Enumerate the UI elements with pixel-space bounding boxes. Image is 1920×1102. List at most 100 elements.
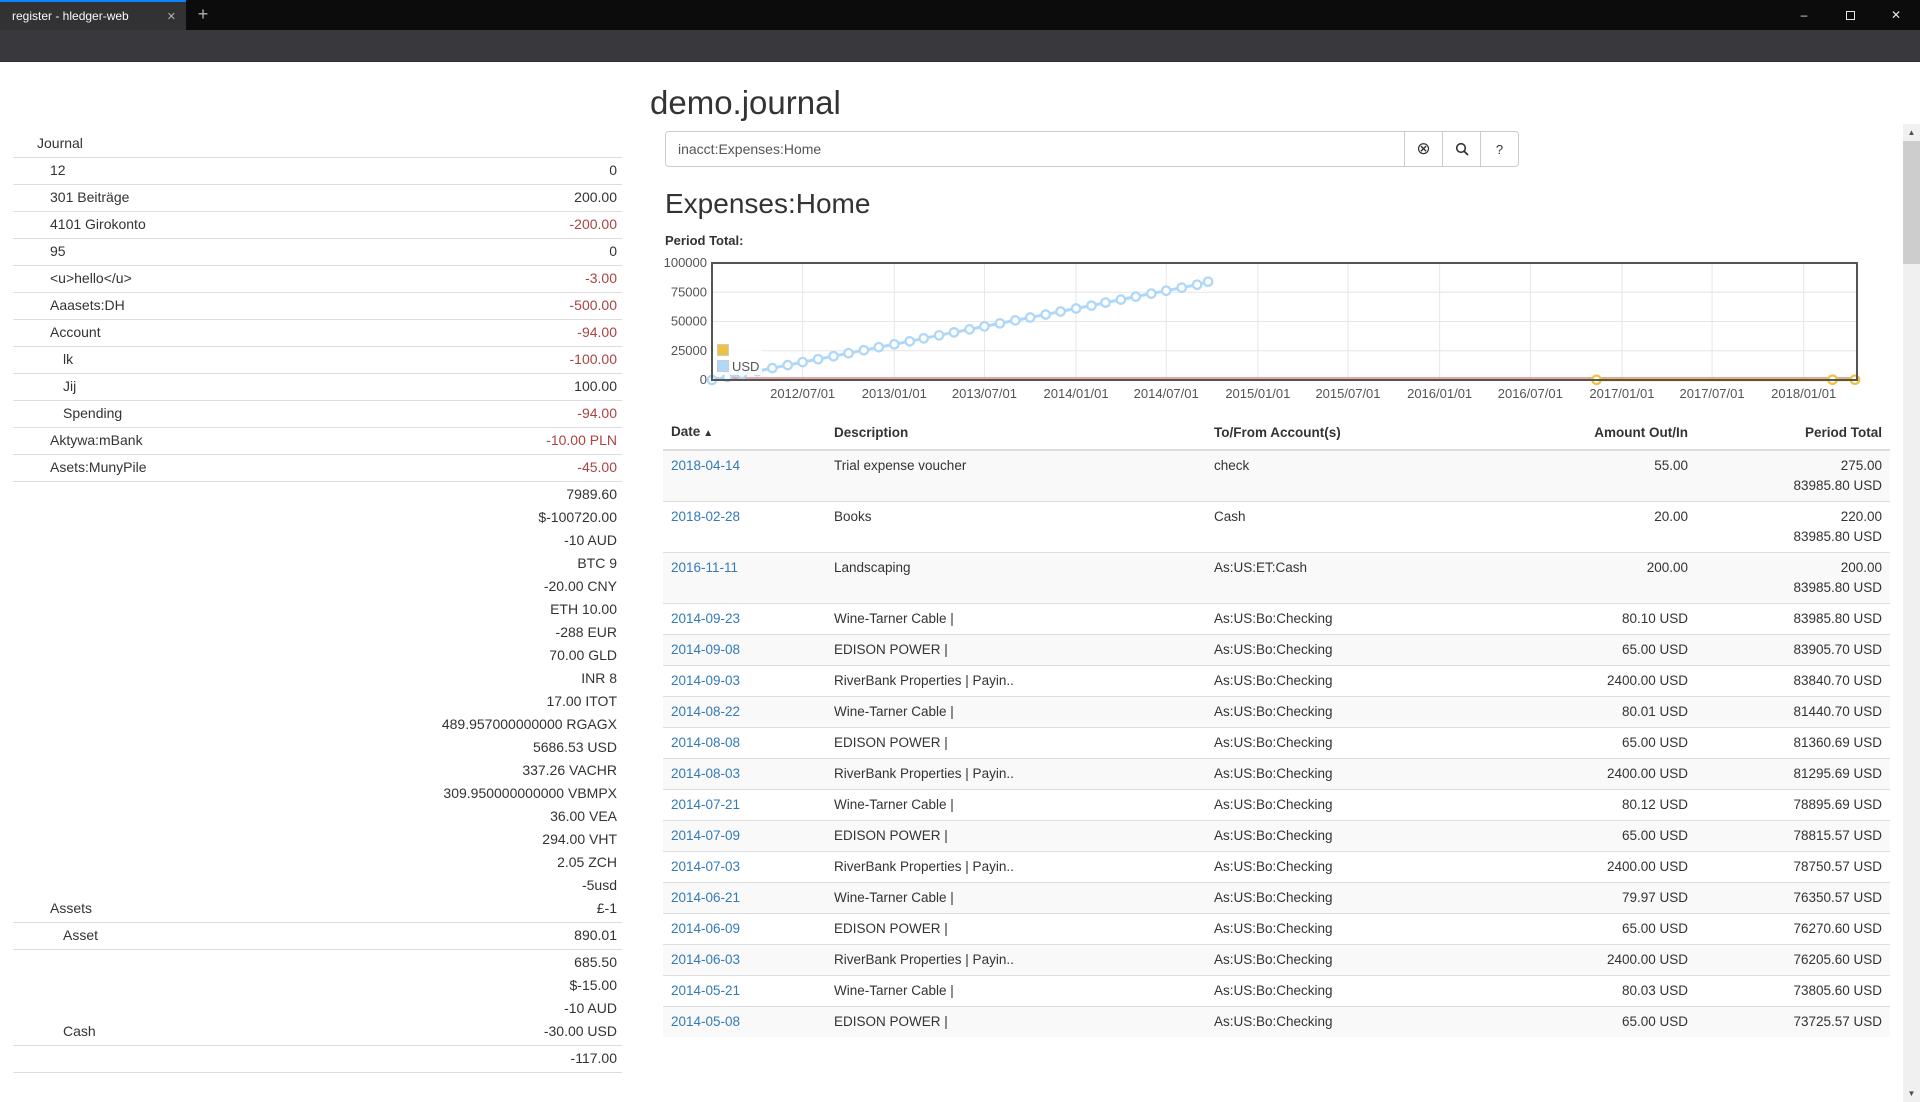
period-total-cell: 275.0083985.80 USD: [1696, 450, 1890, 502]
period-total-cell: 81360.69 USD: [1696, 728, 1890, 759]
account-link[interactable]: 12: [13, 159, 66, 182]
amount-cell: 79.97 USD: [1536, 883, 1696, 914]
period-total-cell: 73725.57 USD: [1696, 1007, 1890, 1038]
scrollbar-thumb[interactable]: [1903, 141, 1920, 264]
period-total-cell: 81295.69 USD: [1696, 759, 1890, 790]
svg-text:2013/07/01: 2013/07/01: [952, 386, 1017, 401]
account-link[interactable]: Account: [13, 321, 101, 344]
account-link[interactable]: Jij: [13, 375, 76, 398]
transaction-date-link[interactable]: 2014-06-21: [671, 890, 740, 905]
transaction-date-link[interactable]: 2014-06-09: [671, 921, 740, 936]
account-link[interactable]: Spending: [13, 402, 122, 425]
description-cell: Trial expense voucher: [826, 450, 1206, 502]
sidebar-account-row: Aktywa:mBank-10.00 PLN: [13, 428, 622, 455]
browser-tab[interactable]: register - hledger-web ✕: [0, 0, 186, 30]
transaction-date-link[interactable]: 2014-06-03: [671, 952, 740, 967]
tab-close-icon[interactable]: ✕: [157, 10, 186, 23]
svg-text:2015/01/01: 2015/01/01: [1225, 386, 1290, 401]
account-link[interactable]: Asset: [13, 924, 98, 947]
window-close-button[interactable]: ✕: [1873, 0, 1919, 30]
period-total-cell: 83905.70 USD: [1696, 635, 1890, 666]
transaction-row: 2016-11-11LandscapingAs:US:ET:Cash200.00…: [663, 553, 1890, 604]
transaction-date-link[interactable]: 2018-04-14: [671, 458, 740, 473]
account-link[interactable]: Aktywa:mBank: [13, 429, 143, 452]
new-tab-button[interactable]: +: [188, 0, 218, 30]
page-scrollbar[interactable]: ▲ ▼: [1903, 124, 1920, 1102]
transaction-date-link[interactable]: 2018-02-28: [671, 509, 740, 524]
transaction-row: 2014-06-09EDISON POWER |As:US:Bo:Checkin…: [663, 914, 1890, 945]
account-cell: As:US:ET:Cash: [1206, 553, 1536, 604]
account-balance: 0: [66, 159, 622, 182]
transaction-date-link[interactable]: 2014-07-21: [671, 797, 740, 812]
sidebar-account-row: 950: [13, 239, 622, 266]
transaction-row: 2018-04-14Trial expense vouchercheck55.0…: [663, 450, 1890, 502]
amount-cell: 65.00 USD: [1536, 914, 1696, 945]
svg-text:0: 0: [700, 372, 707, 387]
amount-cell: 2400.00 USD: [1536, 945, 1696, 976]
scroll-up-icon[interactable]: ▲: [1903, 124, 1920, 141]
transaction-date-link[interactable]: 2014-09-23: [671, 611, 740, 626]
account-cell: As:US:Bo:Checking: [1206, 697, 1536, 728]
search-help-button[interactable]: ?: [1481, 131, 1519, 167]
account-link[interactable]: Aaasets:DH: [13, 294, 125, 317]
transaction-row: 2014-08-08EDISON POWER |As:US:Bo:Checkin…: [663, 728, 1890, 759]
account-cell: As:US:Bo:Checking: [1206, 728, 1536, 759]
svg-text:2017/01/01: 2017/01/01: [1589, 386, 1654, 401]
account-balance: 685.50$-15.00-10 AUD-30.00 USD: [96, 951, 622, 1043]
transaction-date-link[interactable]: 2014-05-21: [671, 983, 740, 998]
transaction-date-link[interactable]: 2014-08-03: [671, 766, 740, 781]
clear-query-button[interactable]: ⊗: [1405, 131, 1443, 167]
transaction-date-link[interactable]: 2014-08-22: [671, 704, 740, 719]
window-maximize-button[interactable]: [1827, 0, 1873, 30]
submit-search-button[interactable]: [1443, 131, 1481, 167]
account-balance: 0: [66, 240, 622, 263]
account-link[interactable]: 301 Beiträge: [13, 186, 129, 209]
amount-cell: 80.12 USD: [1536, 790, 1696, 821]
account-cell: As:US:Bo:Checking: [1206, 821, 1536, 852]
transaction-date-link[interactable]: 2014-09-08: [671, 642, 740, 657]
transaction-date-link[interactable]: 2014-05-08: [671, 1014, 740, 1029]
transaction-row: 2014-05-08EDISON POWER |As:US:Bo:Checkin…: [663, 1007, 1890, 1038]
chart-title: Period Total:: [665, 233, 743, 248]
svg-text:75000: 75000: [671, 284, 707, 299]
description-cell: Books: [826, 502, 1206, 553]
header-amount: Amount Out/In: [1536, 417, 1696, 450]
svg-text:2018/01/01: 2018/01/01: [1771, 386, 1836, 401]
svg-text:2014/07/01: 2014/07/01: [1134, 386, 1199, 401]
transaction-row: 2014-09-03RiverBank Properties | Payin..…: [663, 666, 1890, 697]
transaction-date-link[interactable]: 2014-07-03: [671, 859, 740, 874]
header-date[interactable]: Date▲: [663, 417, 826, 450]
account-link[interactable]: Asets:MunyPile: [13, 456, 146, 479]
sidebar-account-row: Journal: [13, 131, 622, 158]
account-link[interactable]: Journal: [13, 132, 83, 155]
transaction-date-link[interactable]: 2014-09-03: [671, 673, 740, 688]
sidebar-account-row: lk-100.00: [13, 347, 622, 374]
account-link[interactable]: lk: [13, 348, 73, 371]
svg-text:2013/01/01: 2013/01/01: [862, 386, 927, 401]
account-cell: Cash: [1206, 502, 1536, 553]
sidebar-account-row: Aaasets:DH-500.00: [13, 293, 622, 320]
legend-swatch: [717, 344, 729, 356]
transaction-date-link[interactable]: 2014-08-08: [671, 735, 740, 750]
transaction-row: 2014-07-03RiverBank Properties | Payin..…: [663, 852, 1890, 883]
account-link[interactable]: 4101 Girokonto: [13, 213, 146, 236]
register-table: Date▲ Description To/From Account(s) Amo…: [663, 417, 1890, 1037]
account-balance: 890.01: [98, 924, 622, 947]
sidebar-account-row: Spending-94.00: [13, 401, 622, 428]
transaction-date-link[interactable]: 2014-07-09: [671, 828, 740, 843]
svg-text:100000: 100000: [664, 255, 707, 270]
transaction-date-link[interactable]: 2016-11-11: [671, 560, 738, 575]
period-total-cell: 76205.60 USD: [1696, 945, 1890, 976]
sidebar-account-row: Cash685.50$-15.00-10 AUD-30.00 USD: [13, 950, 622, 1046]
period-total-chart[interactable]: 02500050000750001000002012/07/012013/01/…: [660, 250, 1900, 410]
account-link[interactable]: <u>hello</u>: [13, 267, 132, 290]
query-input[interactable]: [665, 131, 1405, 167]
amount-cell: 55.00: [1536, 450, 1696, 502]
svg-text:2012/07/01: 2012/07/01: [770, 386, 835, 401]
account-link[interactable]: Assets: [13, 897, 92, 920]
browser-toolbar: ← → ⟳ ⌂ ⓘ demo.hledger.org/register?q=in…: [0, 30, 1920, 62]
window-minimize-button[interactable]: –: [1781, 0, 1827, 30]
scroll-down-icon[interactable]: ▼: [1903, 1085, 1920, 1102]
account-link[interactable]: 95: [13, 240, 66, 263]
svg-text:2015/07/01: 2015/07/01: [1315, 386, 1380, 401]
